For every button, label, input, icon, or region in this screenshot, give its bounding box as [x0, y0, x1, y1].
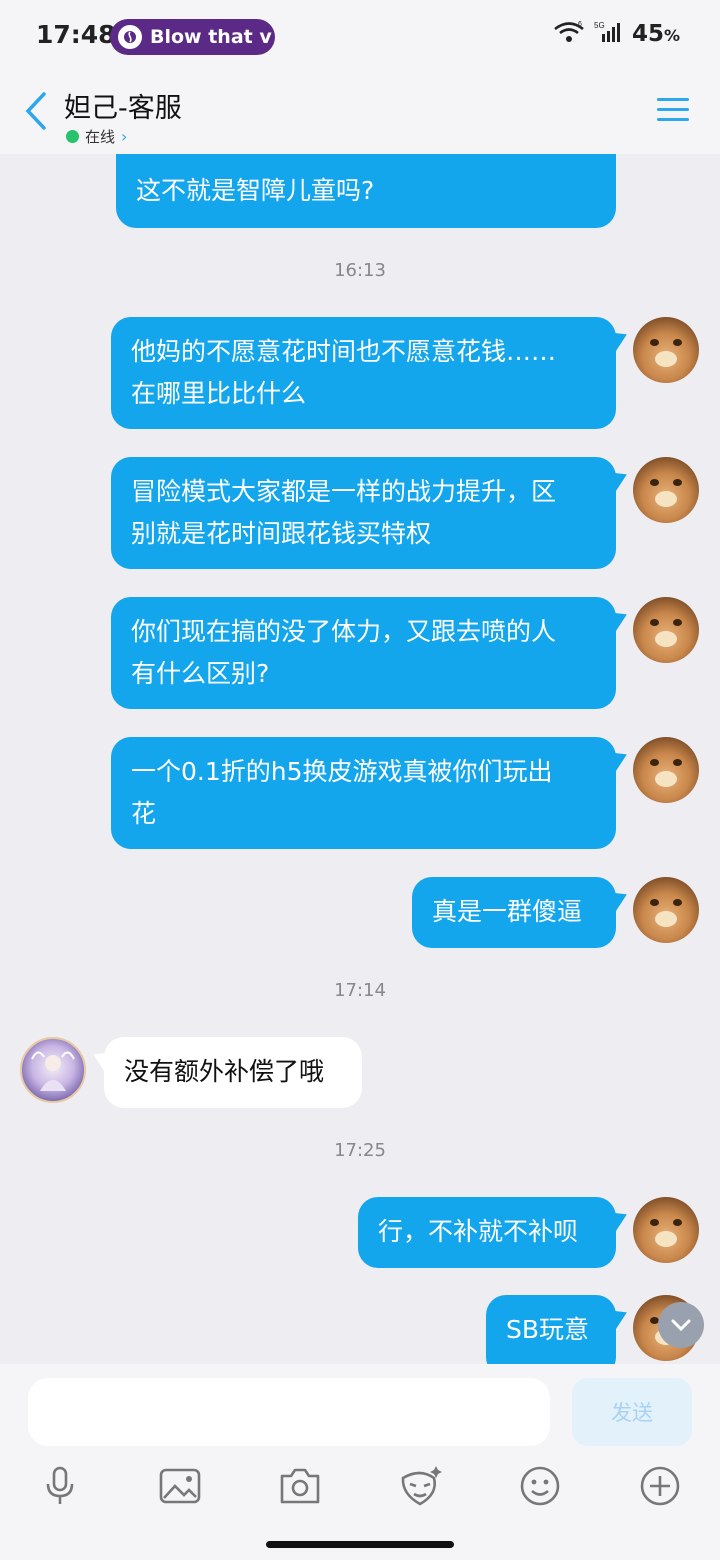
- send-button[interactable]: 发送: [572, 1378, 692, 1446]
- scroll-to-bottom-button[interactable]: [658, 1302, 704, 1348]
- sticker-icon[interactable]: [398, 1464, 442, 1508]
- message-text-line: 冒险模式大家都是一样的战力提升，区: [131, 477, 557, 506]
- status-bar: 17:48 Blow that v 6 5G 45%: [0, 0, 720, 72]
- message-text-line: 在哪里比比什么: [131, 379, 307, 408]
- message-bubble-incoming[interactable]: 没有额外补偿了哦: [104, 1037, 362, 1108]
- app-logo-icon: [118, 25, 142, 49]
- notification-pill[interactable]: Blow that v: [110, 19, 275, 55]
- message-text-line: 你们现在搞的没了体力，又跟去喷的人: [131, 617, 557, 646]
- timestamp: 17:14: [334, 980, 386, 1001]
- message-text-line: 他妈的不愿意花时间也不愿意花钱……: [131, 337, 557, 366]
- emoji-icon[interactable]: [518, 1464, 562, 1508]
- timestamp: 17:25: [334, 1140, 386, 1161]
- back-button[interactable]: [20, 90, 52, 132]
- chat-title[interactable]: 妲己-客服: [64, 86, 182, 125]
- message-bubble-outgoing[interactable]: 一个0.1折的h5换皮游戏真被你们玩出 花: [111, 737, 616, 849]
- battery-level: 45%: [631, 21, 680, 47]
- agent-avatar[interactable]: [20, 1037, 86, 1103]
- notification-text: Blow that v: [150, 26, 272, 48]
- svg-text:6: 6: [578, 21, 582, 28]
- message-text: 行，不补就不补呗: [378, 1217, 579, 1246]
- online-dot: [66, 130, 79, 143]
- signal-5g-icon: 5G: [594, 20, 624, 48]
- message-text-line: 一个0.1折的h5换皮游戏真被你们玩出: [131, 757, 553, 786]
- message-text: 没有额外补偿了哦: [124, 1057, 325, 1086]
- chat-header: 妲己-客服 在线 ›: [0, 72, 720, 154]
- chevron-down-icon: [671, 1319, 691, 1332]
- microphone-icon[interactable]: [38, 1464, 82, 1508]
- menu-icon: [657, 98, 689, 121]
- message-bubble-outgoing[interactable]: 行，不补就不补呗: [358, 1197, 616, 1268]
- user-avatar[interactable]: [633, 317, 699, 383]
- online-status[interactable]: 在线 ›: [66, 126, 127, 147]
- camera-icon[interactable]: [278, 1464, 322, 1508]
- online-status-text: 在线: [85, 128, 116, 146]
- image-icon[interactable]: [158, 1464, 202, 1508]
- message-bubble-outgoing[interactable]: 这不就是智障儿童吗?: [116, 154, 616, 228]
- message-text-line: 有什么区别?: [131, 659, 270, 688]
- user-avatar[interactable]: [633, 597, 699, 663]
- message-list[interactable]: 这不就是智障儿童吗? 16:13 他妈的不愿意花时间也不愿意花钱…… 在哪里比比…: [0, 154, 720, 1364]
- chevron-left-icon: [25, 92, 46, 130]
- user-avatar[interactable]: [633, 737, 699, 803]
- wifi-icon: 6: [552, 20, 586, 48]
- status-icons: 6 5G 45%: [552, 20, 680, 48]
- message-bubble-outgoing[interactable]: 真是一群傻逼: [412, 877, 616, 948]
- timestamp: 16:13: [334, 260, 386, 281]
- home-indicator[interactable]: [266, 1541, 454, 1548]
- input-toolbar: [0, 1464, 720, 1514]
- user-avatar[interactable]: [633, 457, 699, 523]
- message-bubble-outgoing[interactable]: SB玩意: [486, 1295, 616, 1364]
- plus-icon[interactable]: [638, 1464, 682, 1508]
- message-text: 这不就是智障儿童吗?: [136, 176, 375, 205]
- message-input[interactable]: [28, 1378, 550, 1446]
- message-bubble-outgoing[interactable]: 你们现在搞的没了体力，又跟去喷的人 有什么区别?: [111, 597, 616, 709]
- input-bar: 发送: [0, 1364, 720, 1560]
- user-avatar[interactable]: [633, 877, 699, 943]
- message-bubble-outgoing[interactable]: 冒险模式大家都是一样的战力提升，区 别就是花时间跟花钱买特权: [111, 457, 616, 569]
- svg-text:5G: 5G: [594, 21, 605, 30]
- message-text: SB玩意: [506, 1315, 590, 1344]
- message-text-line: 别就是花时间跟花钱买特权: [131, 519, 432, 548]
- message-bubble-outgoing[interactable]: 他妈的不愿意花时间也不愿意花钱…… 在哪里比比什么: [111, 317, 616, 429]
- user-avatar[interactable]: [633, 1197, 699, 1263]
- message-text-line: 花: [131, 799, 157, 828]
- chevron-right-icon: ›: [121, 127, 128, 146]
- menu-button[interactable]: [656, 96, 690, 124]
- message-text: 真是一群傻逼: [432, 897, 583, 926]
- status-time: 17:48: [36, 20, 116, 49]
